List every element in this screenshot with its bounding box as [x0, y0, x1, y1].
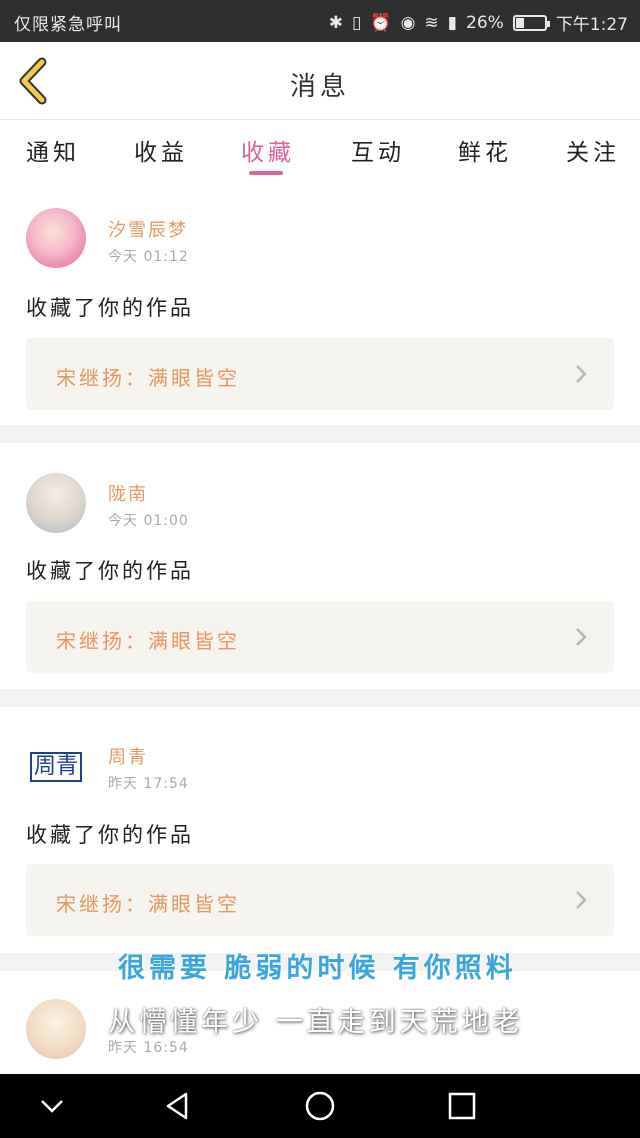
active-tab-indicator — [249, 171, 283, 175]
chevron-right-icon — [576, 891, 587, 909]
avatar[interactable] — [26, 208, 86, 268]
username[interactable]: 陇南 — [108, 480, 148, 506]
message-card: 陇南 今天 01:00 收藏了你的作品 宋继扬：满眼皆空 — [0, 443, 640, 689]
lyric-line-1: 很需要 脆弱的时候 有你照料 — [118, 953, 517, 984]
vibrate-icon: ▯ — [352, 12, 362, 33]
tab-following[interactable]: 关注 — [566, 133, 620, 167]
message-card: 汐雪辰梦 今天 01:12 收藏了你的作品 宋继扬：满眼皆空 — [0, 182, 640, 425]
tab-earnings[interactable]: 收益 — [134, 133, 188, 167]
timestamp: 昨天 16:54 — [108, 1040, 189, 1056]
action-text: 收藏了你的作品 — [26, 823, 194, 847]
username[interactable]: 周青 — [108, 743, 148, 769]
timestamp: 今天 01:00 — [108, 513, 189, 529]
chevron-down-icon[interactable] — [34, 1088, 70, 1124]
carrier-text: 仅限紧急呼叫 — [14, 15, 122, 35]
timestamp: 昨天 17:54 — [108, 776, 189, 792]
avatar[interactable] — [26, 999, 86, 1059]
chevron-right-icon — [576, 365, 587, 383]
app-header: 消息 — [0, 42, 640, 120]
work-title: 宋继扬：满眼皆空 — [56, 892, 240, 916]
work-title: 宋继扬：满眼皆空 — [56, 366, 240, 390]
avatar[interactable] — [26, 473, 86, 533]
lyric-line-2: 从懵懂年少 一直走到天荒地老 — [108, 1007, 524, 1038]
clock: 下午1:27 — [555, 15, 628, 35]
avatar-text: 周青 — [29, 752, 82, 782]
home-circle-icon[interactable] — [302, 1088, 338, 1124]
work-link[interactable]: 宋继扬：满眼皆空 — [26, 864, 614, 936]
tab-notifications[interactable]: 通知 — [26, 133, 80, 167]
bluetooth-icon: ✱ — [328, 12, 344, 33]
battery-icon — [512, 14, 550, 31]
work-link[interactable]: 宋继扬：满眼皆空 — [26, 601, 614, 673]
work-link[interactable]: 宋继扬：满眼皆空 — [26, 338, 614, 410]
status-icons: ✱ ▯ ⏰ ◉ ≋ ▮ 26% 下午1:27 — [328, 10, 628, 36]
tab-bar: 通知 收益 收藏 互动 鲜花 关注 — [0, 121, 640, 181]
wifi-icon: ≋ — [424, 12, 439, 33]
alarm-icon: ⏰ — [370, 12, 392, 33]
message-card: 周青 周青 昨天 17:54 收藏了你的作品 宋继扬：满眼皆空 — [0, 707, 640, 953]
system-nav-bar — [0, 1074, 640, 1138]
action-text: 收藏了你的作品 — [26, 296, 194, 320]
battery-percent: 26% — [466, 12, 504, 33]
work-title: 宋继扬：满眼皆空 — [56, 629, 240, 653]
back-triangle-icon[interactable] — [160, 1088, 196, 1124]
chevron-right-icon — [576, 628, 587, 646]
recents-square-icon[interactable] — [444, 1088, 480, 1124]
page-title: 消息 — [289, 72, 350, 102]
action-text: 收藏了你的作品 — [26, 559, 194, 583]
timestamp: 今天 01:12 — [108, 249, 189, 265]
avatar[interactable]: 周青 — [26, 737, 86, 797]
tab-favorites[interactable]: 收藏 — [241, 133, 295, 167]
eye-icon: ◉ — [400, 12, 416, 33]
separator — [0, 689, 640, 707]
status-bar: 仅限紧急呼叫 ✱ ▯ ⏰ ◉ ≋ ▮ 26% 下午1:27 — [0, 0, 640, 42]
username[interactable]: 汐雪辰梦 — [108, 216, 188, 242]
tab-flowers[interactable]: 鲜花 — [458, 133, 512, 167]
separator — [0, 425, 640, 443]
signal-icon: ▮ — [447, 12, 458, 33]
tab-interactions[interactable]: 互动 — [351, 133, 405, 167]
